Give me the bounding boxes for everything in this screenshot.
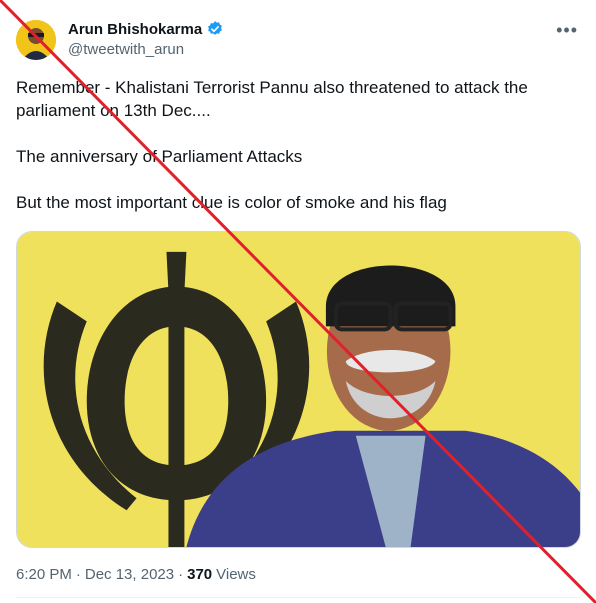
tweet-time[interactable]: 6:20 PM xyxy=(16,566,72,583)
views-label: Views xyxy=(216,566,256,583)
tweet-card: Arun Bhishokarma @tweetwith_arun ••• Rem… xyxy=(0,0,596,603)
avatar[interactable] xyxy=(16,20,56,60)
tweet-text-line: But the most important clue is color of … xyxy=(16,193,447,212)
video-still-icon xyxy=(17,232,580,547)
tweet-media-image[interactable] xyxy=(16,231,581,548)
author-display-name[interactable]: Arun Bhishokarma xyxy=(68,21,202,38)
profile-avatar-icon xyxy=(16,20,56,60)
verified-badge-icon xyxy=(208,21,223,35)
tweet-meta: 6:20 PM · Dec 13, 2023 · 370 Views xyxy=(16,566,256,583)
tweet-text-line: The anniversary of Parliament Attacks xyxy=(16,147,303,166)
meta-separator: · xyxy=(178,566,184,583)
more-options-icon[interactable]: ••• xyxy=(556,20,578,41)
meta-separator: · xyxy=(75,566,81,583)
tweet-date[interactable]: Dec 13, 2023 xyxy=(85,566,174,583)
views-count[interactable]: 370 xyxy=(187,566,212,583)
author-name-row: Arun Bhishokarma xyxy=(68,20,224,38)
divider xyxy=(16,597,580,598)
tweet-text-line: Remember - Khalistani Terrorist Pannu al… xyxy=(16,78,528,120)
tweet-text: Remember - Khalistani Terrorist Pannu al… xyxy=(16,76,576,214)
author-handle[interactable]: @tweetwith_arun xyxy=(68,41,184,58)
